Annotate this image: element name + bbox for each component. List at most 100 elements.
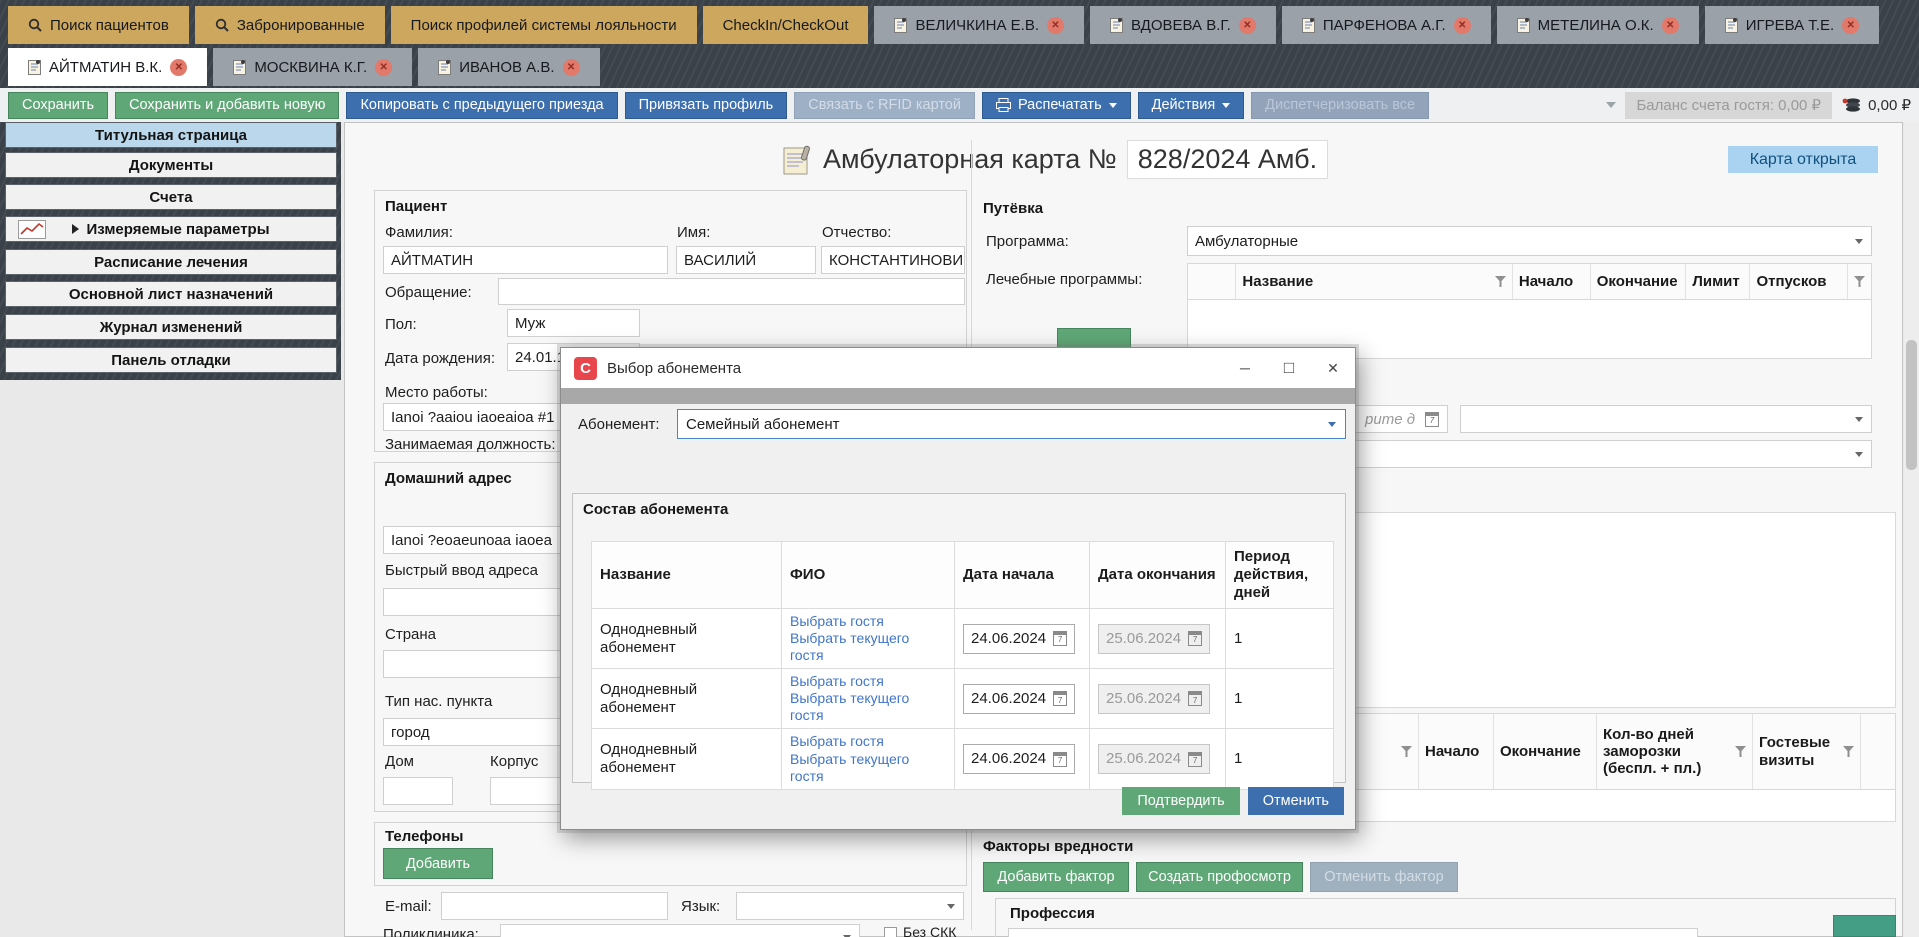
gender-field[interactable]: Муж xyxy=(507,309,640,337)
calendar-icon[interactable]: 7 xyxy=(1425,412,1439,427)
sidebar-item-treatment-schedule[interactable]: Расписание лечения xyxy=(5,249,337,275)
sidebar-item-documents[interactable]: Документы xyxy=(5,152,337,178)
tab-loyalty-profiles[interactable]: Поиск профилей системы лояльности xyxy=(391,6,697,44)
dialog-menu-strip xyxy=(561,388,1355,404)
clinic-combobox[interactable] xyxy=(500,924,860,937)
balance-text: Баланс счета гостя: 0,00 ₽ xyxy=(1636,96,1821,114)
sidebar-item-title-page[interactable]: Титульная страница xyxy=(5,122,337,148)
select-guest-link[interactable]: Выбрать гостя xyxy=(790,673,946,690)
tab-patient-moskvina[interactable]: МОСКВИНА К.Г. xyxy=(213,48,412,86)
header-fio: ФИО xyxy=(782,542,955,609)
copy-previous-visit-button[interactable]: Копировать с предыдущего приезда xyxy=(346,92,617,119)
table-row: Однодневный абонемент Выбрать гостяВыбра… xyxy=(592,669,1334,729)
close-icon[interactable] xyxy=(1311,348,1355,388)
email-field[interactable] xyxy=(441,892,668,920)
sidebar-item-prescription-sheet[interactable]: Основной лист назначений xyxy=(5,281,337,307)
close-icon[interactable] xyxy=(1842,17,1859,34)
chevron-down-icon[interactable] xyxy=(1606,102,1616,108)
tab-patient-vdoveva[interactable]: ВДОВЕВА В.Г. xyxy=(1090,6,1276,44)
calendar-icon[interactable]: 7 xyxy=(1053,752,1067,767)
filter-icon[interactable] xyxy=(1401,746,1412,757)
create-checkup-button[interactable]: Создать профосмотр xyxy=(1136,862,1303,892)
table-row: Однодневный абонемент Выбрать гостяВыбра… xyxy=(592,609,1334,669)
select-current-guest-link[interactable]: Выбрать текущего гостя xyxy=(790,751,946,785)
dialog-titlebar[interactable]: C Выбор абонемента xyxy=(561,348,1355,388)
salutation-label: Обращение: xyxy=(385,284,472,301)
filter-icon[interactable] xyxy=(1843,746,1854,757)
dispatch-all-button: Диспетчеризовать все xyxy=(1251,92,1429,119)
card-number-field[interactable]: 828/2024 Амб. xyxy=(1127,140,1328,179)
subscription-combobox[interactable]: Семейный абонемент xyxy=(677,409,1346,439)
bottom-right-action-button-partial[interactable] xyxy=(1833,915,1896,937)
close-icon[interactable] xyxy=(170,59,187,76)
vertical-scrollbar[interactable] xyxy=(1904,122,1919,937)
voucher-combobox-1[interactable] xyxy=(1460,405,1872,433)
tab-patient-velichkina[interactable]: ВЕЛИЧКИНА Е.В. xyxy=(874,6,1084,44)
maximize-icon[interactable] xyxy=(1267,348,1311,388)
filter-icon[interactable] xyxy=(1854,276,1865,287)
tab-patient-metelina[interactable]: МЕТЕЛИНА О.К. xyxy=(1497,6,1699,44)
save-and-add-button[interactable]: Сохранить и добавить новую xyxy=(115,92,339,119)
start-date-field[interactable]: 24.06.20247 xyxy=(963,684,1075,714)
start-date-field[interactable]: 24.06.20247 xyxy=(963,624,1075,654)
close-icon[interactable] xyxy=(1047,17,1064,34)
sidebar-item-label: Титульная страница xyxy=(95,127,247,144)
select-guest-link[interactable]: Выбрать гостя xyxy=(790,733,946,750)
select-guest-link[interactable]: Выбрать гостя xyxy=(790,613,946,630)
start-date-field[interactable]: 24.06.20247 xyxy=(963,744,1075,774)
subscription-members-table: Название ФИО Дата начала Дата окончания … xyxy=(591,541,1334,790)
tab-patient-search[interactable]: Поиск пациентов xyxy=(8,6,189,44)
calendar-icon[interactable]: 7 xyxy=(1053,631,1067,646)
tab-patient-parfenova[interactable]: ПАРФЕНОВА А.Г. xyxy=(1282,6,1491,44)
firstname-field[interactable]: ВАСИЛИЙ xyxy=(676,246,816,274)
sidebar-item-label: Расписание лечения xyxy=(94,254,248,271)
close-icon[interactable] xyxy=(1239,17,1256,34)
header-end: Дата окончания xyxy=(1090,542,1226,609)
middlename-field[interactable]: КОНСТАНТИНОВИ xyxy=(821,246,965,274)
tab-checkin-checkout[interactable]: CheckIn/CheckOut xyxy=(703,6,869,44)
close-icon[interactable] xyxy=(563,59,580,76)
chevron-down-icon xyxy=(1855,417,1863,422)
save-button[interactable]: Сохранить xyxy=(8,92,108,119)
program-combobox[interactable]: Амбулаторные xyxy=(1187,226,1872,256)
calendar-icon[interactable]: 7 xyxy=(1053,691,1067,706)
salutation-field[interactable] xyxy=(498,278,965,305)
tab-patient-ivanov[interactable]: ИВАНОВ А.В. xyxy=(418,48,599,86)
house-field[interactable] xyxy=(383,777,453,805)
tab-patient-igreva[interactable]: ИГРЕВА Т.Е. xyxy=(1705,6,1879,44)
header-cell-name: Название xyxy=(1235,264,1511,299)
filter-icon[interactable] xyxy=(1495,276,1506,287)
close-icon[interactable] xyxy=(1662,17,1679,34)
sidebar-item-debug-panel[interactable]: Панель отладки xyxy=(5,347,337,373)
expand-arrow-icon[interactable] xyxy=(72,224,79,234)
close-icon[interactable] xyxy=(1454,17,1471,34)
no-skk-label: Без СКК xyxy=(903,924,956,937)
tab-patient-aytmatin-active[interactable]: АЙТМАТИН В.К. xyxy=(8,48,207,86)
profession-field[interactable] xyxy=(1008,928,1698,937)
print-button[interactable]: Распечатать xyxy=(982,92,1131,119)
lastname-field[interactable]: АЙТМАТИН xyxy=(383,246,668,274)
no-skk-checkbox[interactable] xyxy=(884,927,897,937)
bind-profile-button[interactable]: Привязать профиль xyxy=(625,92,788,119)
end-date-field: 25.06.20247 xyxy=(1098,744,1210,774)
add-hazard-button[interactable]: Добавить фактор xyxy=(983,862,1129,892)
actions-button[interactable]: Действия xyxy=(1138,92,1245,119)
minimize-icon[interactable] xyxy=(1223,348,1267,388)
select-current-guest-link[interactable]: Выбрать текущего гостя xyxy=(790,690,946,724)
add-phone-button[interactable]: Добавить xyxy=(383,848,493,879)
confirm-button[interactable]: Подтвердить xyxy=(1122,787,1239,815)
sidebar-item-measured-parameters[interactable]: Измеряемые параметры xyxy=(5,216,337,242)
cancel-button[interactable]: Отменить xyxy=(1248,787,1344,815)
scrollbar-thumb[interactable] xyxy=(1906,340,1917,470)
sidebar-item-label: Журнал изменений xyxy=(100,319,243,336)
building-field[interactable] xyxy=(490,777,562,805)
select-current-guest-link[interactable]: Выбрать текущего гостя xyxy=(790,630,946,664)
tab-booked[interactable]: Забронированные xyxy=(195,6,385,44)
close-icon[interactable] xyxy=(375,59,392,76)
filter-icon[interactable] xyxy=(1735,746,1746,757)
sidebar-item-change-log[interactable]: Журнал изменений xyxy=(5,314,337,340)
sidebar-item-invoices[interactable]: Счета xyxy=(5,184,337,210)
lastname-label: Фамилия: xyxy=(385,224,453,241)
language-combobox[interactable] xyxy=(736,892,964,920)
button-label: Копировать с предыдущего приезда xyxy=(360,97,603,113)
